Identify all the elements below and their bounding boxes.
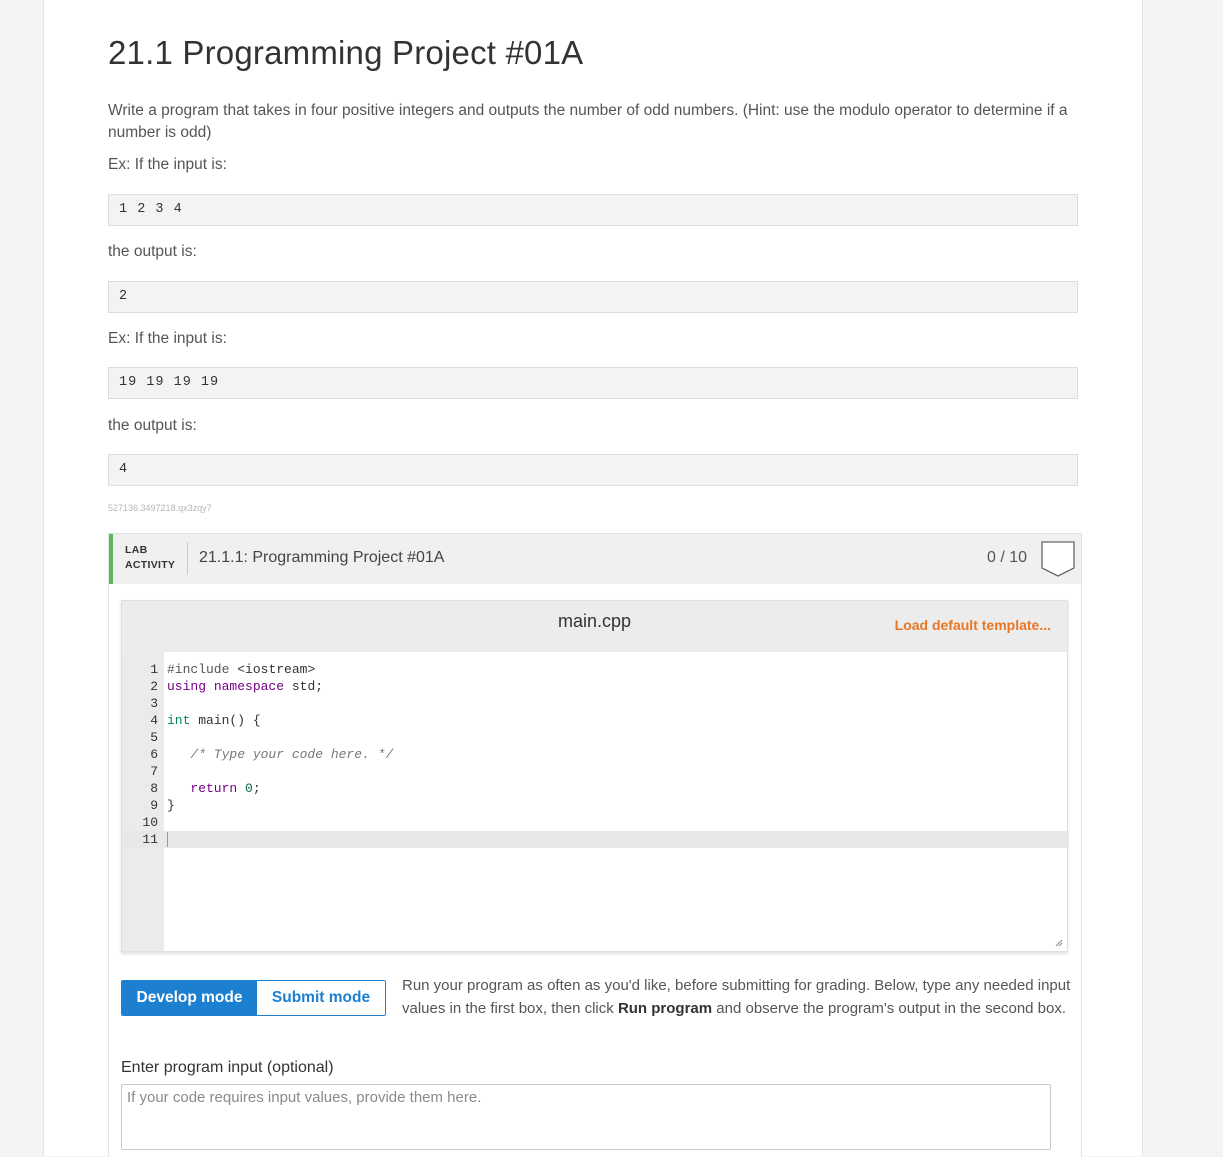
code-lines[interactable]: 1 #include <iostream> 2 using namespace st… <box>122 661 1067 848</box>
line-number: 6 <box>150 747 158 762</box>
submit-mode-button[interactable]: Submit mode <box>257 981 385 1015</box>
lab-activity: LAB ACTIVITY 21.1.1: Programming Project… <box>108 533 1082 1157</box>
line-number: 1 <box>150 662 158 677</box>
example-1-output-label: the output is: <box>108 243 197 260</box>
example-2-output: 4 <box>108 454 1078 486</box>
code-line[interactable]: 2 using namespace std; <box>122 678 1067 695</box>
program-input-label: Enter program input (optional) <box>121 1059 334 1076</box>
completion-badge-icon <box>1041 541 1075 577</box>
lab-tag: LAB ACTIVITY <box>125 543 175 573</box>
line-number: 5 <box>150 730 158 745</box>
code-line[interactable]: 5 <box>122 729 1067 746</box>
code-editor[interactable]: main.cpp Load default template... 1 #incl… <box>121 600 1068 952</box>
problem-description: Write a program that takes in four posit… <box>108 102 1068 141</box>
code-line[interactable]: 3 <box>122 695 1067 712</box>
mode-description: Run your program as often as you'd like,… <box>402 975 1072 1020</box>
lab-title: 21.1.1: Programming Project #01A <box>199 549 445 566</box>
code-line-active[interactable]: 11 <box>122 831 1067 848</box>
mode-description-text-end: and observe the program's output in the … <box>712 999 1067 1017</box>
load-default-template-link[interactable]: Load default template... <box>895 617 1051 633</box>
problem-hash: 527136.3497218.qx3zqy7 <box>108 503 212 513</box>
line-number: 8 <box>150 781 158 796</box>
lab-tag-line2: ACTIVITY <box>125 559 176 571</box>
example-1-input: 1 2 3 4 <box>108 194 1078 226</box>
run-program-reference: Run program <box>617 999 713 1017</box>
editor-header: main.cpp Load default template... <box>122 601 1067 652</box>
example-2-input-label: Ex: If the input is: <box>108 330 227 347</box>
example-2-input: 19 19 19 19 <box>108 367 1078 399</box>
line-number: 7 <box>150 764 158 779</box>
lab-header: LAB ACTIVITY 21.1.1: Programming Project… <box>109 534 1081 584</box>
line-number: 3 <box>150 696 158 711</box>
code-line[interactable]: 7 <box>122 763 1067 780</box>
develop-mode-button[interactable]: Develop mode <box>122 981 257 1015</box>
page-title: 21.1 Programming Project #01A <box>108 34 584 71</box>
example-1-input-label: Ex: If the input is: <box>108 156 227 173</box>
line-number: 9 <box>150 798 158 813</box>
line-number: 10 <box>142 815 158 830</box>
line-number: 2 <box>150 679 158 694</box>
code-line[interactable]: 10 <box>122 814 1067 831</box>
code-line[interactable]: 4 int main() { <box>122 712 1067 729</box>
line-number: 11 <box>142 832 158 847</box>
mode-toggle: Develop mode Submit mode <box>121 980 386 1016</box>
example-1-output: 2 <box>108 281 1078 313</box>
code-line[interactable]: 6 /* Type your code here. */ <box>122 746 1067 763</box>
program-input-field[interactable] <box>121 1084 1051 1150</box>
lab-score: 0 / 10 <box>987 549 1028 566</box>
resize-handle-icon[interactable] <box>1055 939 1063 947</box>
lab-divider <box>187 542 188 575</box>
text-cursor <box>167 832 168 848</box>
line-number: 4 <box>150 713 158 728</box>
code-line[interactable]: 9} <box>122 797 1067 814</box>
code-line[interactable]: 1 #include <iostream> <box>122 661 1067 678</box>
code-line[interactable]: 8 return 0; <box>122 780 1067 797</box>
lab-tag-line1: LAB <box>125 544 148 556</box>
page-content: 21.1 Programming Project #01A Write a pr… <box>43 0 1143 1157</box>
example-2-output-label: the output is: <box>108 417 197 434</box>
